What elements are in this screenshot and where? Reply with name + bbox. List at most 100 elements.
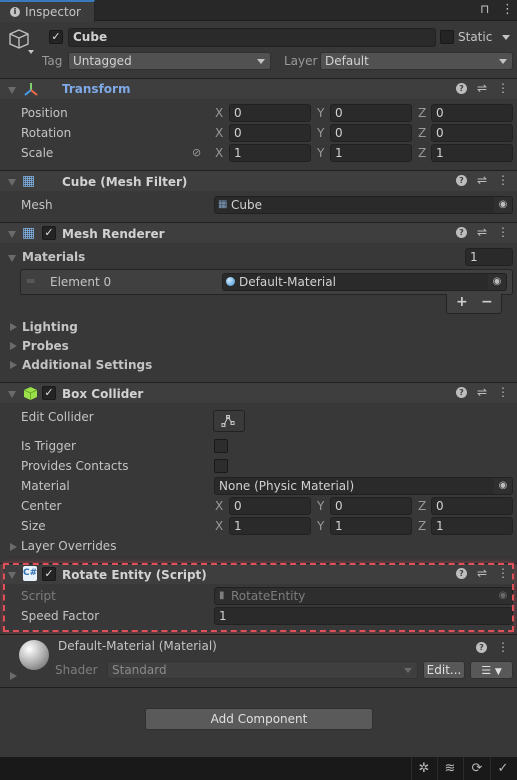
kebab-menu-icon[interactable]: ⋮ — [497, 174, 509, 186]
lighting-foldout-icon[interactable] — [10, 323, 17, 331]
kebab-menu-icon[interactable]: ⋮ — [501, 2, 514, 17]
rotation-z-input[interactable]: 0 — [431, 124, 513, 142]
debug-off-icon[interactable]: ✲ — [416, 761, 432, 777]
mesh-renderer-header[interactable]: ▦ ✓ Mesh Renderer ? ⇌ ⋮ — [0, 222, 517, 243]
box-collider-header[interactable]: ✓ Box Collider ? ⇌ ⋮ — [0, 382, 517, 403]
lighting-foldout[interactable]: Lighting — [22, 320, 78, 334]
material-foldout-icon[interactable] — [10, 672, 17, 680]
size-y-input[interactable]: 1 — [330, 517, 412, 535]
center-x-input[interactable]: 0 — [229, 497, 311, 515]
foldout-arrow-icon[interactable] — [8, 391, 16, 398]
size-z-input[interactable]: 1 — [431, 517, 513, 535]
box-collider-enabled-checkbox[interactable]: ✓ — [42, 386, 56, 400]
foldout-arrow-icon[interactable] — [8, 572, 16, 579]
gameobject-name-input[interactable]: Cube — [68, 28, 436, 47]
help-icon[interactable]: ? — [476, 641, 487, 653]
foldout-arrow-icon[interactable] — [8, 231, 16, 238]
rotate-entity-header[interactable]: C# ✓ Rotate Entity (Script) ? ⇌ ⋮ — [0, 563, 517, 584]
constrain-proportions-icon[interactable]: ⊘ — [192, 146, 201, 159]
divider — [411, 757, 412, 780]
axis-z-label: Z — [418, 499, 427, 513]
material-options-button[interactable]: ☰ ▼ — [470, 661, 513, 679]
drag-handle-icon[interactable]: ═ — [27, 274, 34, 288]
element-0-label: Element 0 — [50, 275, 112, 289]
remove-element-button[interactable]: − — [481, 294, 493, 310]
materials-foldout-icon[interactable] — [8, 255, 16, 262]
axis-z-label: Z — [418, 106, 427, 120]
kebab-menu-icon[interactable]: ⋮ — [497, 567, 509, 579]
tag-dropdown[interactable]: Untagged — [68, 52, 271, 70]
is-trigger-checkbox[interactable] — [214, 439, 228, 453]
help-icon[interactable]: ? — [455, 567, 467, 579]
speed-factor-input[interactable]: 1 — [214, 607, 513, 625]
presets-icon[interactable]: ⇌ — [477, 226, 487, 238]
presets-icon[interactable]: ⇌ — [477, 174, 487, 186]
physic-material-field[interactable]: None (Physic Material) ◉ — [214, 477, 513, 495]
divider — [463, 757, 464, 780]
foldout-arrow-icon[interactable] — [8, 179, 16, 186]
center-y-input[interactable]: 0 — [330, 497, 412, 515]
material-preview-sphere — [19, 640, 49, 670]
rotation-y-input[interactable]: 0 — [330, 124, 412, 142]
element-0-material-field[interactable]: Default-Material ◉ — [222, 273, 507, 291]
transform-icon — [23, 82, 39, 98]
status-ok-icon[interactable]: ✓ — [495, 761, 511, 777]
probes-foldout-icon[interactable] — [10, 342, 17, 350]
csharp-script-icon: C# — [23, 566, 37, 581]
layer-overrides-foldout-icon[interactable] — [10, 543, 17, 551]
layer-overrides-foldout[interactable]: Layer Overrides — [21, 539, 116, 553]
foldout-arrow-icon[interactable] — [8, 87, 16, 94]
kebab-menu-icon[interactable]: ⋮ — [497, 82, 509, 94]
scale-x-input[interactable]: 1 — [229, 144, 311, 162]
layer-dropdown[interactable]: Default — [320, 52, 513, 70]
add-element-button[interactable]: + — [456, 294, 468, 310]
lock-icon[interactable]: ⊓ — [480, 2, 489, 16]
gameobject-cube-icon[interactable] — [8, 28, 34, 54]
edit-collider-button[interactable] — [213, 410, 245, 432]
presets-icon[interactable]: ⇌ — [477, 82, 487, 94]
center-z-input[interactable]: 0 — [431, 497, 513, 515]
object-picker-icon[interactable]: ◉ — [494, 197, 512, 213]
materials-count-input[interactable]: 1 — [465, 248, 513, 266]
help-icon[interactable]: ? — [455, 82, 467, 94]
script-label: Script — [21, 589, 56, 603]
transform-header[interactable]: Transform ? ⇌ ⋮ — [0, 78, 517, 99]
provides-contacts-checkbox[interactable] — [214, 459, 228, 473]
position-x-input[interactable]: 0 — [229, 104, 311, 122]
help-icon[interactable]: ? — [455, 386, 467, 398]
size-x-input[interactable]: 1 — [229, 517, 311, 535]
kebab-menu-icon[interactable]: ⋮ — [497, 641, 509, 653]
box-collider-title: Box Collider — [62, 387, 144, 401]
static-checkbox[interactable] — [440, 30, 454, 44]
kebab-menu-icon[interactable]: ⋮ — [497, 386, 509, 398]
help-icon[interactable]: ? — [455, 226, 467, 238]
mesh-object-field[interactable]: ▦ Cube ◉ — [214, 196, 513, 214]
help-icon[interactable]: ? — [455, 174, 467, 186]
rotation-x-input[interactable]: 0 — [229, 124, 311, 142]
presets-icon[interactable]: ⇌ — [477, 567, 487, 579]
auto-refresh-off-icon[interactable]: ⟳ — [469, 761, 485, 777]
tab-inspector[interactable]: i Inspector — [0, 0, 95, 22]
active-checkbox[interactable]: ✓ — [49, 30, 63, 44]
position-z-input[interactable]: 0 — [431, 104, 513, 122]
static-dropdown-icon[interactable] — [502, 35, 510, 40]
mesh-renderer-enabled-checkbox[interactable]: ✓ — [42, 226, 56, 240]
mesh-filter-header[interactable]: ▦ Cube (Mesh Filter) ? ⇌ ⋮ — [0, 170, 517, 191]
is-trigger-label: Is Trigger — [21, 439, 76, 453]
cache-server-icon[interactable]: ≋ — [442, 761, 458, 777]
object-picker-icon[interactable]: ◉ — [488, 274, 506, 290]
probes-foldout[interactable]: Probes — [22, 339, 69, 353]
scale-y-input[interactable]: 1 — [330, 144, 412, 162]
rotate-entity-enabled-checkbox[interactable]: ✓ — [42, 567, 56, 581]
add-component-button[interactable]: Add Component — [145, 708, 373, 730]
additional-settings-foldout[interactable]: Additional Settings — [22, 358, 152, 372]
axis-x-label: X — [215, 146, 224, 160]
position-y-input[interactable]: 0 — [330, 104, 412, 122]
shader-dropdown[interactable]: Standard — [107, 661, 418, 679]
presets-icon[interactable]: ⇌ — [477, 386, 487, 398]
edit-shader-button[interactable]: Edit... — [423, 661, 465, 679]
scale-z-input[interactable]: 1 — [431, 144, 513, 162]
object-picker-icon[interactable]: ◉ — [494, 478, 512, 494]
additional-settings-foldout-icon[interactable] — [10, 361, 17, 369]
kebab-menu-icon[interactable]: ⋮ — [497, 226, 509, 238]
